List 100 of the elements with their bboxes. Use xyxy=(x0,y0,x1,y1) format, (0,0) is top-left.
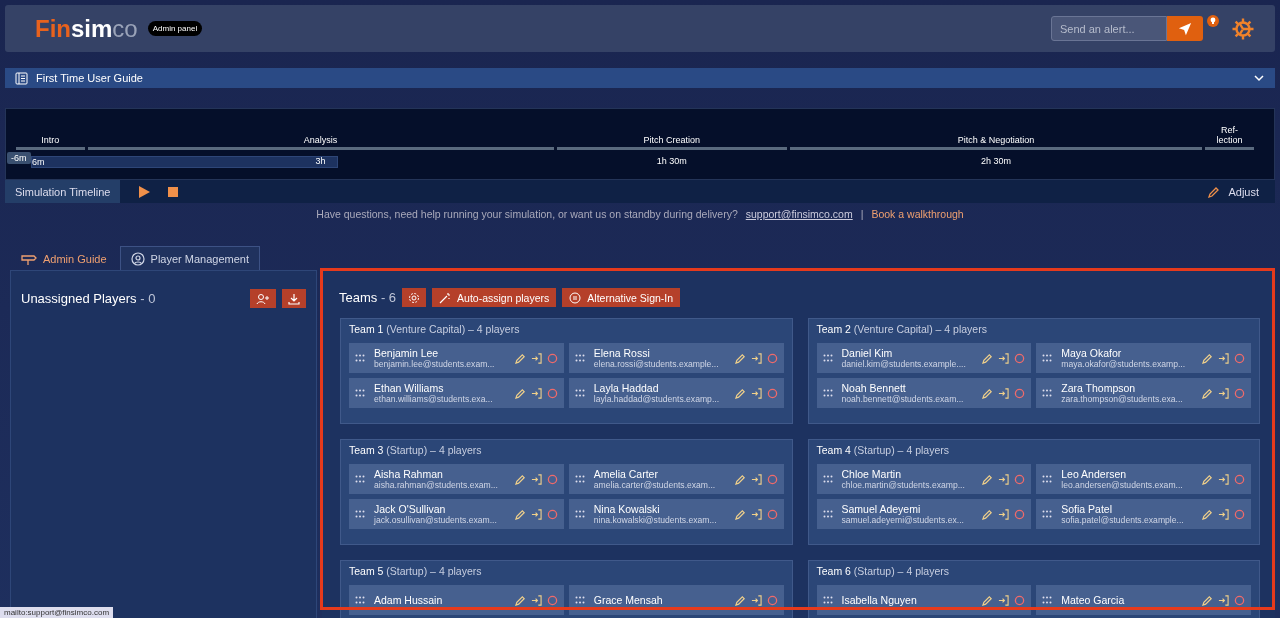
player-card[interactable]: Benjamin Lee benjamin.lee@students.exam... xyxy=(349,343,564,373)
drag-handle-icon[interactable] xyxy=(355,389,365,397)
pencil-icon[interactable] xyxy=(734,473,746,485)
drag-handle-icon[interactable] xyxy=(574,389,585,397)
lightbulb-icon[interactable] xyxy=(1207,15,1219,27)
drag-handle-icon[interactable] xyxy=(1042,354,1053,362)
sign-in-icon[interactable] xyxy=(750,387,762,399)
drag-handle-icon[interactable] xyxy=(1042,596,1053,604)
send-icon xyxy=(1178,21,1192,36)
alternative-sign-in-button[interactable]: Alternative Sign-In xyxy=(562,288,681,307)
settings-icon xyxy=(408,291,421,304)
player-card[interactable]: Leo Andersen leo.andersen@students.exam... xyxy=(1036,464,1251,494)
sign-in-icon[interactable] xyxy=(1218,594,1229,606)
drag-handle-icon[interactable] xyxy=(822,510,833,518)
stop-icon[interactable] xyxy=(168,186,179,197)
download-button[interactable] xyxy=(282,289,306,308)
pencil-icon[interactable] xyxy=(514,352,526,364)
pencil-icon[interactable] xyxy=(734,508,746,520)
drag-handle-icon[interactable] xyxy=(822,475,833,483)
sign-in-icon[interactable] xyxy=(530,594,542,606)
drag-handle-icon[interactable] xyxy=(1042,510,1053,518)
drag-handle-icon[interactable] xyxy=(574,596,585,604)
sign-in-icon[interactable] xyxy=(530,352,542,364)
play-icon[interactable] xyxy=(138,185,151,198)
tab[interactable]: Player Management xyxy=(119,246,261,270)
player-card[interactable]: Chloe Martin chloe.martin@students.examp... xyxy=(816,464,1032,494)
player-card[interactable]: Sofia Patel sofia.patel@students.example... xyxy=(1036,499,1251,529)
sign-in-icon[interactable] xyxy=(1218,352,1229,364)
pencil-icon[interactable] xyxy=(734,594,746,606)
phase-name: Analysis xyxy=(303,134,338,145)
sign-in-icon[interactable] xyxy=(998,508,1010,520)
phase-bar xyxy=(1204,147,1254,150)
sign-in-icon[interactable] xyxy=(750,508,762,520)
sign-in-icon[interactable] xyxy=(530,387,542,399)
drag-handle-icon[interactable] xyxy=(355,596,365,604)
sign-in-icon[interactable] xyxy=(750,594,762,606)
pencil-icon[interactable] xyxy=(1202,594,1213,606)
pencil-icon[interactable] xyxy=(982,473,994,485)
drag-handle-icon[interactable] xyxy=(355,354,365,362)
drag-handle-icon[interactable] xyxy=(1042,389,1053,397)
player-card[interactable]: Aisha Rahman aisha.rahman@students.exam... xyxy=(349,464,564,494)
pencil-icon[interactable] xyxy=(514,473,526,485)
settings-icon[interactable] xyxy=(1231,16,1255,41)
sign-in-icon[interactable] xyxy=(1218,473,1229,485)
auto-assign-button[interactable]: Auto-assign players xyxy=(432,288,557,307)
drag-handle-icon[interactable] xyxy=(355,475,365,483)
sign-in-icon[interactable] xyxy=(1218,508,1229,520)
player-card[interactable]: Amelia Carter amelia.carter@students.exam... xyxy=(568,464,784,494)
guide-bar[interactable]: First Time User Guide xyxy=(5,68,1275,88)
pencil-icon[interactable] xyxy=(982,594,994,606)
pencil-icon[interactable] xyxy=(734,352,746,364)
drag-handle-icon[interactable] xyxy=(574,510,585,518)
sign-in-icon[interactable] xyxy=(750,352,762,364)
team-settings-button[interactable] xyxy=(402,288,427,307)
player-card[interactable]: Elena Rossi elena.rossi@students.example... xyxy=(568,343,784,373)
tab[interactable]: Admin Guide xyxy=(10,246,118,270)
sign-in-icon[interactable] xyxy=(998,473,1010,485)
pencil-icon[interactable] xyxy=(1202,352,1213,364)
pencil-icon[interactable] xyxy=(1202,387,1213,399)
drag-handle-icon[interactable] xyxy=(355,510,365,518)
player-card[interactable]: Jack O'Sullivan jack.osullivan@students.exam... xyxy=(349,499,564,529)
alert-field[interactable]: Send an alert... xyxy=(1051,16,1167,41)
player-card[interactable]: Daniel Kim daniel.kim@students.example.... xyxy=(816,343,1032,373)
add-player-button[interactable] xyxy=(250,289,276,308)
sign-in-icon[interactable] xyxy=(998,352,1010,364)
team-heading: Team 2 (Venture Capital) – 4 players xyxy=(816,323,988,335)
drag-handle-icon[interactable] xyxy=(822,354,833,362)
team-heading: Team 5 (Startup) – 4 players xyxy=(349,565,483,577)
sign-in-icon[interactable] xyxy=(530,473,542,485)
chevron-icon[interactable] xyxy=(1253,72,1265,84)
drag-handle-icon[interactable] xyxy=(574,354,585,362)
pencil-icon[interactable] xyxy=(514,387,526,399)
drag-handle-icon[interactable] xyxy=(822,389,833,397)
sign-in-icon[interactable] xyxy=(998,387,1010,399)
support-email-link[interactable]: support@finsimco.com xyxy=(745,208,853,220)
drag-handle-icon[interactable] xyxy=(1042,475,1053,483)
sign-in-icon[interactable] xyxy=(1218,387,1229,399)
pencil-icon[interactable] xyxy=(514,594,526,606)
pencil-icon[interactable] xyxy=(982,508,994,520)
player-card[interactable]: Nina Kowalski nina.kowalski@students.exam... xyxy=(568,499,784,529)
drag-handle-icon[interactable] xyxy=(822,596,833,604)
pencil-icon[interactable] xyxy=(1202,508,1213,520)
player-card[interactable]: Ethan Williams ethan.williams@students.exa... xyxy=(349,378,564,408)
send-button[interactable] xyxy=(1167,16,1203,41)
pencil-icon[interactable] xyxy=(982,352,994,364)
player-card[interactable]: Maya Okafor maya.okafor@students.examp... xyxy=(1036,343,1251,373)
walkthrough-link[interactable]: Book a walkthrough xyxy=(871,208,964,220)
drag-handle-icon[interactable] xyxy=(574,475,585,483)
sign-in-icon[interactable] xyxy=(530,508,542,520)
player-card[interactable]: Samuel Adeyemi samuel.adeyemi@students.ex... xyxy=(816,499,1032,529)
pencil-icon[interactable] xyxy=(1202,473,1213,485)
player-card[interactable]: Zara Thompson zara.thompson@students.exa... xyxy=(1036,378,1251,408)
player-card[interactable]: Layla Haddad layla.haddad@students.examp... xyxy=(568,378,784,408)
pencil-icon[interactable] xyxy=(734,387,746,399)
player-card[interactable]: Noah Bennett noah.bennett@students.exam... xyxy=(816,378,1032,408)
pencil-icon[interactable] xyxy=(514,508,526,520)
pencil-icon[interactable] xyxy=(982,387,994,399)
adjust-button[interactable]: Adjust xyxy=(1202,184,1265,199)
sign-in-icon[interactable] xyxy=(998,594,1010,606)
sign-in-icon[interactable] xyxy=(750,473,762,485)
